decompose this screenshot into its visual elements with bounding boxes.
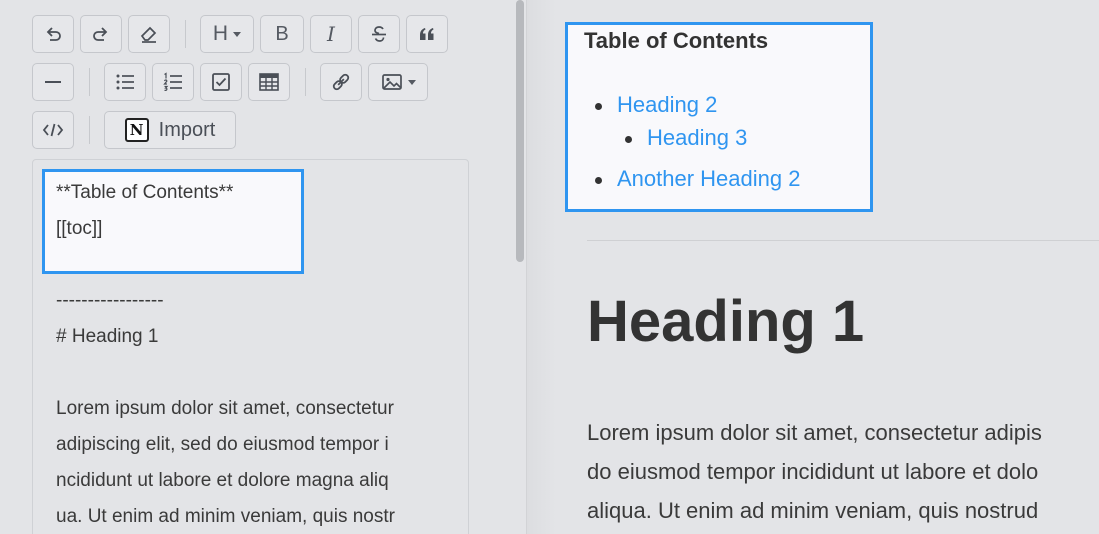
table-button[interactable] [248,63,290,101]
image-button[interactable] [368,63,428,101]
editor-line: # Heading 1 [56,326,159,347]
chevron-down-icon [233,31,242,37]
toolbar-separator [185,20,186,48]
bullet-list-button[interactable] [104,63,146,101]
heading-icon: H [212,22,229,45]
toolbar-separator [305,68,306,96]
checklist-icon [212,73,230,91]
toc-bullet [595,177,602,184]
import-button[interactable]: N Import [104,111,236,149]
toc-title: Table of Contents [584,28,769,53]
notion-icon: N [124,118,149,142]
toc-bullet [625,136,632,143]
horizontal-rule-icon [45,81,61,83]
heading-1: Heading 1 [587,289,865,354]
undo-button[interactable] [32,15,74,53]
toc-link-heading-2[interactable]: Heading 2 [617,92,717,118]
clear-format-button[interactable] [128,15,170,53]
toc-link-heading-3[interactable]: Heading 3 [647,125,747,151]
redo-icon [93,27,108,41]
horizontal-rule [587,240,1099,241]
redo-button[interactable] [80,15,122,53]
paragraph-line: Lorem ipsum dolor sit amet, consectetur … [587,420,1042,445]
italic-button[interactable]: I [310,15,352,53]
toolbar-separator [89,68,90,96]
bold-button[interactable]: B [260,15,304,53]
chevron-down-icon [407,79,416,85]
strikethrough-icon [372,26,386,42]
editor-line: Lorem ipsum dolor sit amet, consectetur [56,398,394,419]
bold-icon: B [275,22,289,45]
toc-bullet [595,103,602,110]
ordered-list-button[interactable] [152,63,194,101]
table-icon [259,73,279,91]
preview-pane: Table of Contents Heading 2 Heading 3 An… [557,0,1099,534]
ordered-list-icon [163,72,182,91]
italic-icon: I [327,22,335,46]
strikethrough-button[interactable] [358,15,400,53]
toolbar-separator [89,116,90,144]
code-icon [42,123,64,137]
blockquote-button[interactable] [406,15,448,53]
editor-line: **Table of Contents** [56,182,234,203]
heading-button[interactable]: H [200,15,254,53]
editor-line: ua. Ut enim ad minim veniam, quis nostr [56,506,395,527]
paragraph-line: do eiusmod tempor incididunt ut labore e… [587,459,1039,484]
toc-link-another-heading-2[interactable]: Another Heading 2 [617,166,800,192]
undo-icon [46,27,61,41]
link-button[interactable] [320,63,362,101]
editor-pane: H B I N Import **Table of Contents** [[t… [0,0,517,534]
code-button[interactable] [32,111,74,149]
bullet-list-icon [116,74,134,90]
image-icon [381,74,402,90]
horizontal-rule-button[interactable] [32,63,74,101]
link-icon [332,73,350,91]
editor-scrollbar[interactable] [516,0,524,262]
checklist-button[interactable] [200,63,242,101]
editor-line: adipiscing elit, sed do eiusmod tempor i [56,434,389,455]
pane-divider[interactable] [526,0,556,534]
editor-line: ncididunt ut labore et dolore magna aliq [56,470,389,491]
eraser-icon [140,26,157,43]
paragraph-line: aliqua. Ut enim ad minim veniam, quis no… [587,498,1039,523]
editor-line: [[toc]] [56,218,103,239]
quote-icon [420,28,434,40]
import-label: Import [158,118,216,141]
editor-line: ----------------- [56,290,164,311]
